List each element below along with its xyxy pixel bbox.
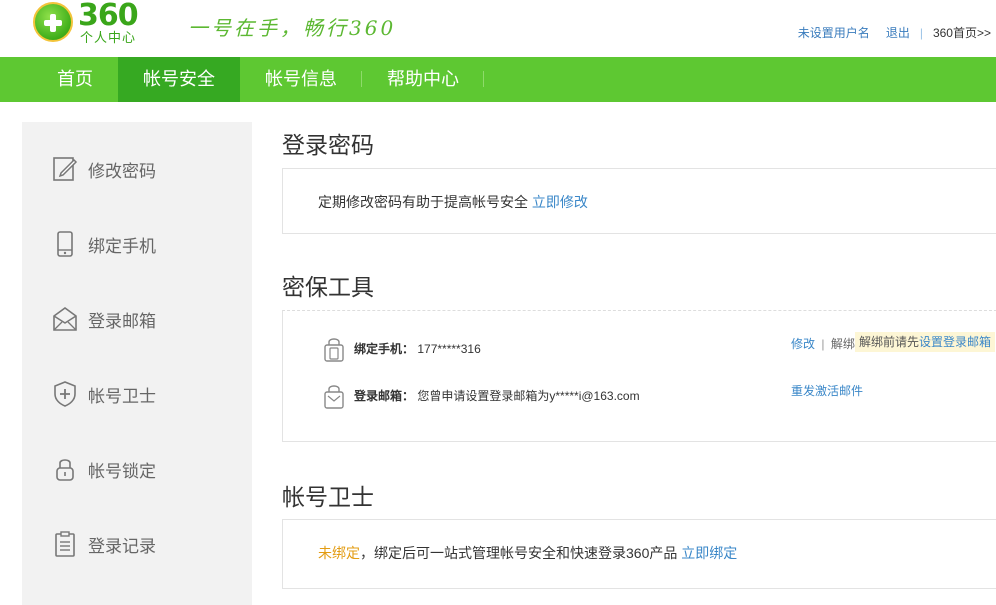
password-tip-row: 定期修改密码有助于提高帐号安全 立即修改: [318, 192, 588, 212]
guard-description: ，绑定后可一站式管理帐号安全和快速登录360产品: [360, 545, 678, 561]
header: 360 个人中心 一号在手，畅行360 未设置用户名 退出 | 360首页>>: [0, 0, 996, 57]
sidebar-item-change-password[interactable]: 修改密码: [22, 149, 252, 189]
sidebar-item-label: 登录邮箱: [88, 311, 156, 331]
mail-icon: [53, 307, 77, 331]
sidebar: 修改密码 绑定手机 登录邮箱 帐号卫士 帐号锁定 登录记录: [22, 122, 252, 605]
change-password-link[interactable]: 立即修改: [532, 194, 588, 210]
sidebar-item-account-guard[interactable]: 帐号卫士: [22, 374, 252, 414]
logo-subtitle: 个人中心: [80, 30, 137, 45]
phone-lock-icon: [324, 338, 344, 362]
account-guard-panel: 未绑定，绑定后可一站式管理帐号安全和快速登录360产品 立即绑定: [282, 519, 996, 589]
phone-icon: [57, 231, 73, 257]
login-email-label: 登录邮箱：: [354, 389, 415, 403]
email-lock-icon: [324, 385, 344, 409]
account-guard-row: 未绑定，绑定后可一站式管理帐号安全和快速登录360产品 立即绑定: [318, 543, 737, 563]
unbind-tip: 解绑前请先设置登录邮箱: [855, 332, 996, 352]
home-link[interactable]: 360首页>>: [933, 24, 991, 41]
logo-360[interactable]: 360 个人中心: [33, 0, 158, 45]
nav-account-security[interactable]: 帐号安全: [118, 57, 240, 102]
link-separator: |: [919, 25, 923, 40]
sidebar-item-label: 帐号卫士: [88, 386, 156, 406]
bound-phone-value: 177*****316: [417, 342, 481, 356]
nav-divider: [483, 71, 484, 87]
unbind-phone-text[interactable]: 解绑: [831, 337, 855, 351]
sidebar-item-login-records[interactable]: 登录记录: [22, 524, 252, 564]
nav-home[interactable]: 首页: [32, 57, 118, 102]
bound-phone-row: 绑定手机： 177*****316: [354, 340, 481, 357]
sidebar-item-bind-phone[interactable]: 绑定手机: [22, 224, 252, 264]
section-title-security-tools: 密保工具: [282, 274, 374, 300]
sidebar-item-label: 绑定手机: [88, 236, 156, 256]
guard-status-badge: 未绑定: [318, 545, 360, 561]
login-password-panel: 定期修改密码有助于提高帐号安全 立即修改: [282, 168, 996, 234]
sidebar-item-login-email[interactable]: 登录邮箱: [22, 299, 252, 339]
clipboard-icon: [55, 531, 75, 557]
section-title-account-guard: 帐号卫士: [282, 484, 374, 510]
slogan: 一号在手，畅行360: [188, 16, 397, 40]
action-divider: |: [821, 337, 825, 351]
nav-help-center[interactable]: 帮助中心: [362, 57, 484, 102]
login-email-value: 您曾申请设置登录邮箱为y*****i@163.com: [417, 389, 640, 403]
resend-activation-link[interactable]: 重发激活邮件: [791, 382, 863, 399]
lock-icon: [56, 459, 74, 481]
bound-phone-label: 绑定手机：: [354, 342, 415, 356]
phone-actions: 修改 | 解绑: [791, 335, 855, 352]
bind-guard-link[interactable]: 立即绑定: [681, 545, 737, 561]
login-email-row: 登录邮箱： 您曾申请设置登录邮箱为y*****i@163.com: [354, 387, 640, 404]
sidebar-item-label: 帐号锁定: [88, 461, 156, 481]
unbind-tip-prefix: 解绑前请先: [859, 335, 920, 349]
plus-logo-icon: [33, 2, 73, 42]
shield-icon: [54, 381, 76, 407]
main-nav: 首页 帐号安全 帐号信息 帮助中心: [0, 57, 996, 102]
sidebar-item-account-lock[interactable]: 帐号锁定: [22, 449, 252, 489]
security-tools-panel: 绑定手机： 177*****316 修改 | 解绑 解绑前请先设置登录邮箱 登录…: [282, 310, 996, 442]
modify-phone-link[interactable]: 修改: [791, 337, 815, 351]
set-username-link[interactable]: 未设置用户名: [798, 24, 870, 41]
top-links: 未设置用户名 退出 | 360首页>>: [798, 24, 991, 41]
section-title-login-password: 登录密码: [282, 132, 374, 158]
nav-account-info[interactable]: 帐号信息: [240, 57, 362, 102]
sidebar-item-label: 修改密码: [88, 161, 156, 181]
password-tip-text: 定期修改密码有助于提高帐号安全: [318, 194, 528, 210]
set-login-email-link[interactable]: 设置登录邮箱: [919, 335, 991, 349]
sidebar-item-label: 登录记录: [88, 536, 156, 556]
logout-link[interactable]: 退出: [886, 24, 910, 41]
edit-icon: [53, 157, 78, 181]
